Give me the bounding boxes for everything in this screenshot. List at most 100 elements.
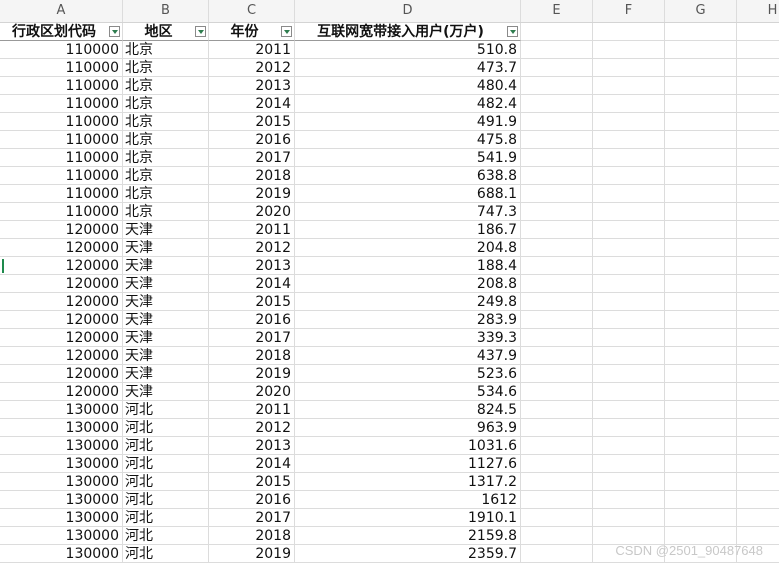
table-cell[interactable]: 249.8	[295, 293, 521, 311]
table-cell[interactable]: 110000	[0, 95, 123, 113]
empty-cell[interactable]	[665, 95, 737, 113]
table-cell[interactable]: 110000	[0, 131, 123, 149]
empty-cell[interactable]	[521, 473, 593, 491]
header-cell-code[interactable]: 行政区划代码	[0, 23, 123, 41]
empty-cell[interactable]	[521, 95, 593, 113]
table-cell[interactable]: 491.9	[295, 113, 521, 131]
table-cell[interactable]: 北京	[123, 131, 209, 149]
empty-cell[interactable]	[737, 401, 779, 419]
table-cell[interactable]: 110000	[0, 41, 123, 59]
empty-cell[interactable]	[665, 473, 737, 491]
table-cell[interactable]: 河北	[123, 401, 209, 419]
empty-cell[interactable]	[521, 203, 593, 221]
empty-cell[interactable]	[737, 149, 779, 167]
empty-cell[interactable]	[665, 23, 737, 41]
table-cell[interactable]: 110000	[0, 185, 123, 203]
empty-cell[interactable]	[737, 473, 779, 491]
empty-cell[interactable]	[665, 167, 737, 185]
table-cell[interactable]: 天津	[123, 347, 209, 365]
filter-dropdown-icon[interactable]	[195, 26, 206, 37]
empty-cell[interactable]	[665, 203, 737, 221]
filter-dropdown-icon[interactable]	[507, 26, 518, 37]
empty-cell[interactable]	[737, 59, 779, 77]
table-cell[interactable]: 510.8	[295, 41, 521, 59]
empty-cell[interactable]	[665, 509, 737, 527]
table-cell[interactable]: 2018	[209, 167, 295, 185]
column-header-f[interactable]: F	[593, 0, 665, 22]
empty-cell[interactable]	[521, 545, 593, 563]
column-header-b[interactable]: B	[123, 0, 209, 22]
table-cell[interactable]: 2011	[209, 401, 295, 419]
empty-cell[interactable]	[521, 419, 593, 437]
empty-cell[interactable]	[593, 95, 665, 113]
table-cell[interactable]: 963.9	[295, 419, 521, 437]
table-cell[interactable]: 天津	[123, 221, 209, 239]
empty-cell[interactable]	[737, 491, 779, 509]
table-cell[interactable]: 120000	[0, 257, 123, 275]
empty-cell[interactable]	[665, 311, 737, 329]
empty-cell[interactable]	[521, 59, 593, 77]
empty-cell[interactable]	[593, 41, 665, 59]
table-cell[interactable]: 130000	[0, 455, 123, 473]
table-cell[interactable]: 北京	[123, 59, 209, 77]
table-cell[interactable]: 2016	[209, 491, 295, 509]
empty-cell[interactable]	[593, 257, 665, 275]
table-cell[interactable]: 2017	[209, 509, 295, 527]
empty-cell[interactable]	[665, 221, 737, 239]
empty-cell[interactable]	[521, 239, 593, 257]
table-cell[interactable]: 130000	[0, 419, 123, 437]
table-cell[interactable]: 480.4	[295, 77, 521, 95]
empty-cell[interactable]	[521, 491, 593, 509]
table-cell[interactable]: 473.7	[295, 59, 521, 77]
empty-cell[interactable]	[593, 419, 665, 437]
table-cell[interactable]: 747.3	[295, 203, 521, 221]
table-cell[interactable]: 120000	[0, 383, 123, 401]
empty-cell[interactable]	[737, 167, 779, 185]
empty-cell[interactable]	[665, 41, 737, 59]
empty-cell[interactable]	[737, 203, 779, 221]
empty-cell[interactable]	[665, 293, 737, 311]
table-cell[interactable]: 北京	[123, 41, 209, 59]
table-cell[interactable]: 2020	[209, 383, 295, 401]
column-header-c[interactable]: C	[209, 0, 295, 22]
empty-cell[interactable]	[593, 239, 665, 257]
filter-dropdown-icon[interactable]	[109, 26, 120, 37]
table-cell[interactable]: 天津	[123, 257, 209, 275]
empty-cell[interactable]	[665, 329, 737, 347]
empty-cell[interactable]	[593, 149, 665, 167]
table-cell[interactable]: 2159.8	[295, 527, 521, 545]
table-cell[interactable]: 130000	[0, 527, 123, 545]
table-cell[interactable]: 北京	[123, 203, 209, 221]
column-header-d[interactable]: D	[295, 0, 521, 22]
table-cell[interactable]: 339.3	[295, 329, 521, 347]
empty-cell[interactable]	[737, 23, 779, 41]
table-cell[interactable]: 130000	[0, 473, 123, 491]
table-cell[interactable]: 天津	[123, 365, 209, 383]
empty-cell[interactable]	[665, 491, 737, 509]
table-cell[interactable]: 541.9	[295, 149, 521, 167]
table-cell[interactable]: 河北	[123, 437, 209, 455]
table-cell[interactable]: 120000	[0, 221, 123, 239]
table-cell[interactable]: 283.9	[295, 311, 521, 329]
empty-cell[interactable]	[665, 185, 737, 203]
empty-cell[interactable]	[737, 41, 779, 59]
empty-cell[interactable]	[737, 275, 779, 293]
table-cell[interactable]: 2012	[209, 239, 295, 257]
table-cell[interactable]: 2013	[209, 437, 295, 455]
table-cell[interactable]: 110000	[0, 149, 123, 167]
empty-cell[interactable]	[593, 59, 665, 77]
empty-cell[interactable]	[593, 365, 665, 383]
empty-cell[interactable]	[521, 437, 593, 455]
empty-cell[interactable]	[593, 311, 665, 329]
empty-cell[interactable]	[737, 185, 779, 203]
empty-cell[interactable]	[737, 95, 779, 113]
table-cell[interactable]: 北京	[123, 95, 209, 113]
table-cell[interactable]: 河北	[123, 509, 209, 527]
empty-cell[interactable]	[593, 437, 665, 455]
empty-cell[interactable]	[737, 329, 779, 347]
table-cell[interactable]: 110000	[0, 59, 123, 77]
empty-cell[interactable]	[593, 275, 665, 293]
table-cell[interactable]: 120000	[0, 311, 123, 329]
empty-cell[interactable]	[593, 293, 665, 311]
empty-cell[interactable]	[521, 23, 593, 41]
